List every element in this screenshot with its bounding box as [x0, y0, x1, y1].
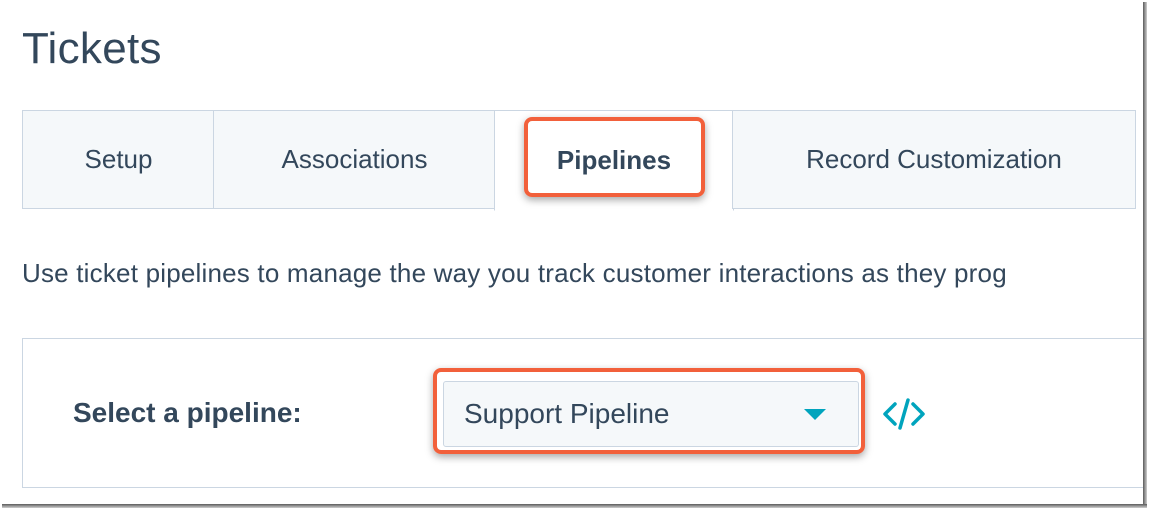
- tab-record-customization[interactable]: Record Customization: [732, 110, 1136, 209]
- code-icon[interactable]: [881, 397, 927, 431]
- screenshot-frame: Tickets Setup Associations Pipelines Rec…: [0, 0, 1145, 505]
- caret-down-icon: [804, 409, 826, 420]
- tab-associations[interactable]: Associations: [213, 110, 496, 209]
- pipeline-dropdown[interactable]: Support Pipeline: [443, 381, 859, 447]
- selected-pipeline: Support Pipeline: [464, 398, 670, 429]
- tabs-bar: Setup Associations Pipelines Record Cust…: [22, 110, 1145, 211]
- tab-label: Setup: [84, 144, 153, 174]
- tab-label: Associations: [281, 144, 428, 174]
- frame-shadow-bottom: [2, 504, 1147, 508]
- pipeline-selector-card: Select a pipeline: Support Pipeline: [22, 338, 1145, 488]
- select-pipeline-label: Select a pipeline:: [73, 397, 302, 428]
- tab-label: Pipelines: [556, 145, 672, 175]
- tab-setup[interactable]: Setup: [22, 110, 215, 209]
- tab-label: Record Customization: [806, 144, 1062, 174]
- frame-shadow-right: [1143, 2, 1147, 508]
- tab-pipelines[interactable]: Pipelines: [494, 110, 734, 211]
- pipelines-description: Use ticket pipelines to manage the way y…: [22, 258, 1007, 288]
- page-title: Tickets: [22, 24, 162, 73]
